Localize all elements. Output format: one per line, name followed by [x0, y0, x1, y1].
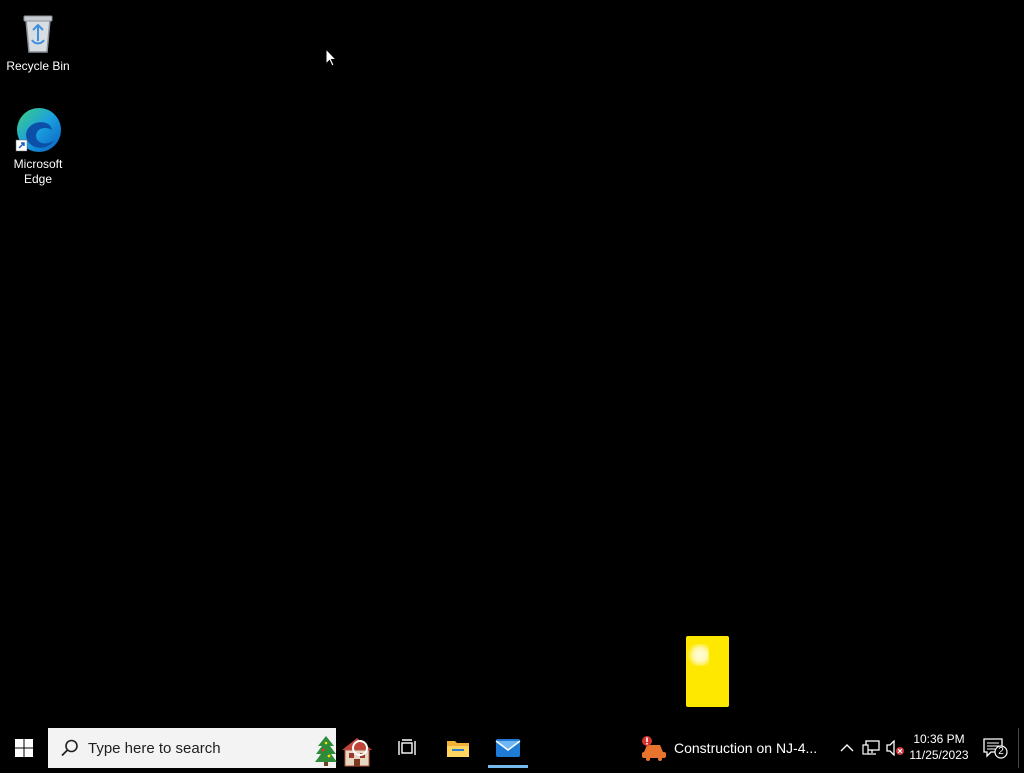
recycle-bin-icon — [14, 8, 62, 56]
clock-time: 10:36 PM — [913, 732, 965, 746]
volume-muted-icon — [886, 740, 904, 756]
file-explorer-icon — [447, 741, 469, 757]
search-icon — [60, 738, 80, 763]
taskbar: Type here to search Construction on NJ-4… — [0, 728, 1024, 768]
show-desktop-button[interactable] — [1018, 728, 1021, 768]
network-button[interactable] — [860, 728, 882, 768]
christmas-tree-icon — [314, 734, 338, 771]
task-view-button[interactable] — [384, 728, 432, 768]
network-icon — [862, 740, 880, 755]
mail-icon — [495, 739, 521, 757]
mouse-pointer-icon — [325, 47, 338, 73]
edge-label: Microsoft Edge — [13, 157, 63, 186]
cortana-button[interactable] — [336, 728, 384, 768]
mail-button[interactable] — [484, 728, 532, 768]
edge-desktop-icon[interactable]: Microsoft Edge — [0, 106, 76, 187]
news-widget[interactable]: Construction on NJ-4... — [636, 728, 832, 768]
notification-count-badge: 2 — [998, 746, 1004, 757]
edge-icon — [14, 106, 62, 154]
windows-logo-icon — [15, 739, 33, 757]
file-explorer-button[interactable] — [434, 728, 482, 768]
clock-date: 11/25/2023 — [909, 748, 969, 762]
recycle-bin-label: Recycle Bin — [6, 59, 70, 73]
recycle-bin-desktop-icon[interactable]: Recycle Bin — [0, 8, 76, 74]
search-placeholder: Type here to search — [88, 740, 221, 757]
news-headline: Construction on NJ-4... — [674, 740, 818, 756]
yellow-window[interactable] — [686, 636, 729, 707]
cortana-icon — [352, 740, 368, 756]
show-hidden-icons-button[interactable] — [836, 728, 858, 768]
traffic-alert-icon — [640, 736, 668, 767]
task-view-icon — [398, 739, 416, 755]
clock[interactable]: 10:36 PM 11/25/2023 — [906, 728, 972, 771]
action-center-button[interactable]: 2 — [980, 728, 1010, 768]
search-box[interactable]: Type here to search — [48, 728, 372, 771]
start-button[interactable] — [0, 728, 48, 768]
chevron-up-icon — [840, 744, 854, 752]
volume-button[interactable] — [884, 728, 906, 768]
